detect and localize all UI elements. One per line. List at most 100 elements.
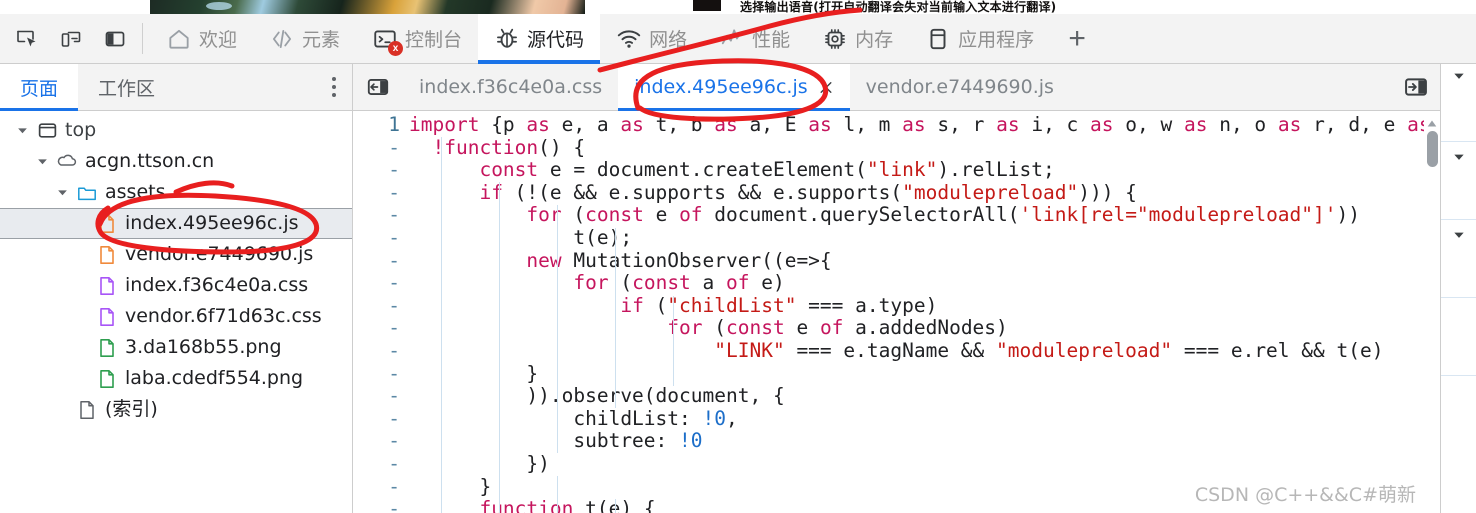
editor-tab-label: index.495ee96c.js (634, 76, 808, 98)
tab-performance[interactable]: 性能 (703, 14, 806, 63)
nav-tab-page[interactable]: 页面 (0, 64, 79, 111)
line-text: t(e); (409, 225, 633, 249)
tree-row-file-index-js[interactable]: index.495ee96c.js (0, 208, 352, 239)
chevron-down-icon (1453, 232, 1464, 238)
close-icon[interactable] (818, 79, 834, 95)
line-number: - (388, 338, 400, 362)
chevron-down-icon[interactable] (56, 186, 69, 199)
tree-row-assets[interactable]: assets (0, 177, 352, 208)
tree-label: vendor.6f71d63c.css (125, 305, 322, 327)
bug-icon (494, 26, 520, 52)
scroll-up-arrow-icon[interactable] (1426, 113, 1438, 127)
file-js-icon (96, 213, 118, 235)
line-text: childList: !0, (409, 406, 738, 430)
tree-row-origin[interactable]: acgn.ttson.cn (0, 146, 352, 177)
editor-vertical-scrollbar[interactable] (1424, 111, 1440, 513)
scrollbar-thumb[interactable] (1427, 131, 1438, 167)
line-text: if ("childList" === a.type) (620, 293, 938, 317)
inspect-element-icon[interactable] (9, 22, 45, 56)
code-line: - )).observe(document, { (353, 384, 1440, 408)
file-img-icon (96, 337, 118, 359)
debugger-section-3[interactable] (1441, 220, 1476, 298)
console-icon: x (372, 26, 404, 56)
more-tabs-button[interactable]: + (1050, 14, 1104, 63)
file-css-icon (96, 306, 118, 328)
debugger-section-4[interactable] (1441, 298, 1476, 376)
tree-row-file-png-laba[interactable]: laba.cdedf554.png (0, 363, 352, 394)
page-bleed-strip: 选择输出语音(打开自动翻译会失对当前输入文本进行翻译) (0, 0, 1476, 14)
line-text: for (const e of a.addedNodes) (667, 316, 1008, 340)
line-text: }) (409, 451, 550, 475)
line-text: import {p as e, a as t, b as a, E as l, … (409, 113, 1431, 136)
chevron-down-icon (1453, 154, 1464, 160)
chevron-down-icon[interactable] (36, 155, 49, 168)
editor-tab-index-js[interactable]: index.495ee96c.js (618, 64, 850, 111)
line-text: } (409, 474, 492, 498)
tree-row-file-png-3[interactable]: 3.da168b55.png (0, 332, 352, 363)
tree-row-top[interactable]: top (0, 115, 352, 146)
code-line: - childList: !0, (353, 406, 1440, 431)
line-number: 1 (388, 113, 400, 136)
code-line: - } (353, 361, 1440, 386)
tab-network[interactable]: 网络 (600, 14, 703, 63)
editor-tab-label: vendor.e7449690.js (865, 76, 1054, 98)
tab-memory[interactable]: 内存 (806, 14, 909, 63)
tree-row-file-vendor-js[interactable]: vendor.e7449690.js (0, 239, 352, 270)
tree-label: acgn.ttson.cn (85, 150, 215, 172)
tree-label: assets (105, 181, 166, 203)
tree-row-file-vendor-css[interactable]: vendor.6f71d63c.css (0, 301, 352, 332)
device-toolbar-icon[interactable] (53, 22, 89, 56)
chevron-down-icon[interactable] (16, 124, 29, 137)
application-icon (925, 26, 951, 52)
more-options-icon[interactable] (332, 64, 336, 110)
wifi-icon (616, 26, 642, 52)
code-editor[interactable]: 1 import {p as e, a as t, b as a, E as l… (353, 111, 1440, 513)
tab-elements[interactable]: 元素 (253, 14, 356, 63)
line-number: - (388, 429, 400, 453)
devtools-toolbar: 欢迎 元素 x 控制台 源代码 网络 性能 内存 应用程序 + (0, 14, 1476, 64)
tab-console[interactable]: x 控制台 (356, 14, 478, 63)
tab-sources[interactable]: 源代码 (478, 14, 601, 64)
line-text: new MutationObserver((e=>{ (526, 248, 832, 272)
devtools-window: 选择输出语音(打开自动翻译会失对当前输入文本进行翻译) 欢迎 元素 x 控制台 … (0, 0, 1476, 513)
tab-welcome[interactable]: 欢迎 (150, 14, 253, 63)
tab-application[interactable]: 应用程序 (909, 14, 1050, 63)
debugger-section-2[interactable] (1441, 142, 1476, 220)
code-line: - new MutationObserver((e=>{ (353, 248, 1440, 273)
tree-row-file-index-css[interactable]: index.f36c4e0a.css (0, 270, 352, 301)
file-doc-icon (76, 399, 98, 421)
nav-tab-workspace-label: 工作区 (98, 77, 156, 100)
nav-tab-workspace[interactable]: 工作区 (78, 64, 175, 110)
editor-tab-label: index.f36c4e0a.css (419, 76, 603, 98)
line-text: )).observe(document, { (409, 384, 785, 408)
performance-icon (719, 26, 745, 52)
show-debugger-sidebar-button[interactable] (1402, 64, 1430, 110)
line-number: - (388, 361, 400, 385)
chevron-down-icon (1453, 73, 1464, 79)
line-number: - (388, 293, 400, 317)
toolbar-divider (142, 23, 143, 54)
code-line: - if (!(e && e.supports && e.supports("m… (353, 181, 1440, 205)
debugger-section-1[interactable] (1441, 64, 1476, 142)
code-line: - for (const e of a.addedNodes) (353, 317, 1440, 340)
frame-icon (36, 120, 58, 142)
dock-side-icon[interactable] (97, 22, 133, 56)
tree-label: top (65, 119, 97, 141)
line-number: - (388, 271, 400, 295)
line-text: for (const a of e) (573, 271, 785, 295)
code-line: - !function() { (353, 135, 1440, 160)
navigator-toggle-button[interactable] (353, 64, 403, 110)
line-text: subtree: !0 (409, 429, 703, 453)
watermark-text: CSDN @C++&&C#萌新 (1194, 484, 1416, 507)
tree-label: vendor.e7449690.js (125, 243, 314, 265)
line-number: - (388, 135, 400, 159)
code-line: - if ("childList" === a.type) (353, 293, 1440, 318)
page-dark-block (693, 0, 721, 11)
editor-tab-vendor-js[interactable]: vendor.e7449690.js (850, 64, 1070, 110)
editor-tab-index-css[interactable]: index.f36c4e0a.css (403, 64, 618, 110)
tree-row-index-document[interactable]: (索引) (0, 394, 352, 425)
cloud-icon (56, 151, 78, 173)
